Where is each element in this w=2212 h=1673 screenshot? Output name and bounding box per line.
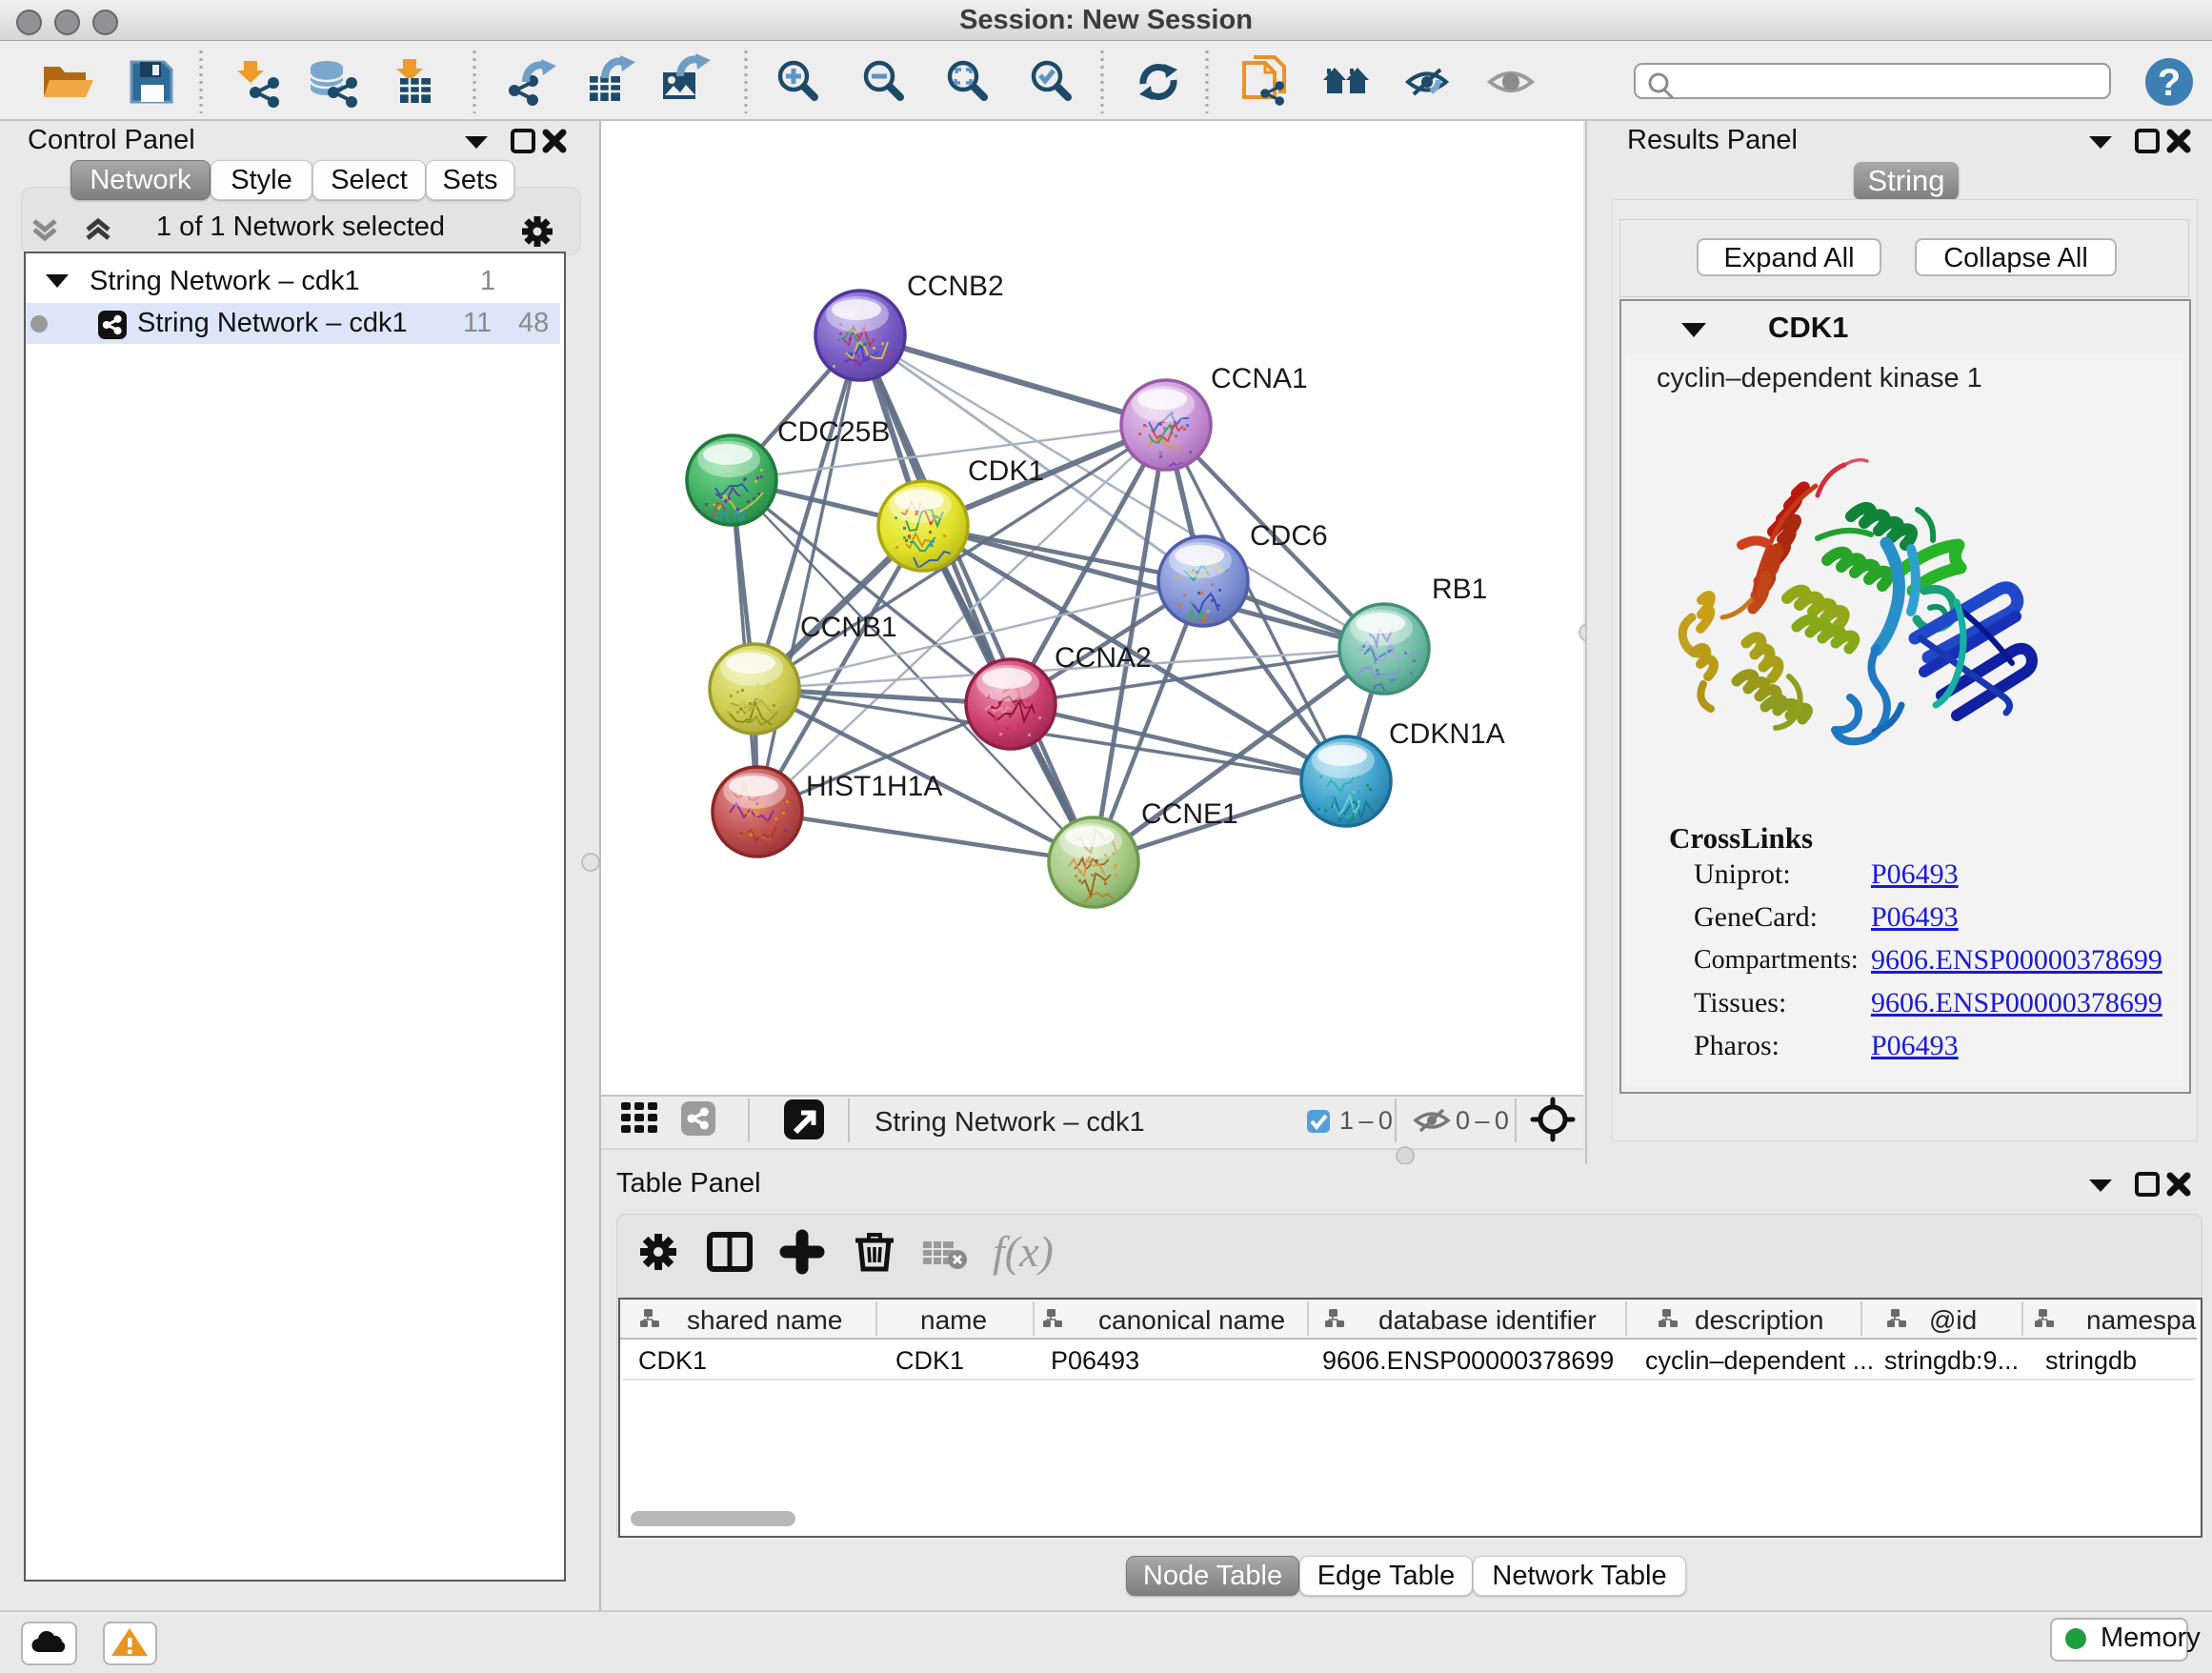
svg-text:CDK1: CDK1 <box>638 1346 707 1375</box>
svg-text:shared name: shared name <box>687 1305 842 1335</box>
svg-text:0 – 0: 0 – 0 <box>1456 1106 1509 1135</box>
svg-text:namespac: namespac <box>2086 1305 2197 1335</box>
svg-text:9606.ENSP00000378699: 9606.ENSP00000378699 <box>1322 1346 1614 1375</box>
svg-text:cyclin–dependent ...: cyclin–dependent ... <box>1645 1346 1874 1375</box>
svg-text:CCNA1: CCNA1 <box>1211 363 1308 394</box>
svg-text:CDKN1A: CDKN1A <box>1389 718 1505 750</box>
svg-text:CDK1: CDK1 <box>968 455 1044 487</box>
svg-text:CDC25B: CDC25B <box>777 416 890 448</box>
svg-text:CCNA2: CCNA2 <box>1055 642 1152 674</box>
svg-text:1 – 0: 1 – 0 <box>1339 1106 1393 1135</box>
svg-text:P06493: P06493 <box>1051 1346 1139 1375</box>
svg-text:?: ? <box>2158 62 2181 104</box>
svg-text:CCNB2: CCNB2 <box>907 271 1004 302</box>
svg-text:canonical name: canonical name <box>1098 1305 1285 1335</box>
svg-text:@id: @id <box>1929 1305 1977 1335</box>
svg-text:HIST1H1A: HIST1H1A <box>806 771 942 802</box>
svg-text:name: name <box>920 1305 987 1335</box>
svg-text:database identifier: database identifier <box>1378 1305 1597 1335</box>
svg-text:CDC6: CDC6 <box>1250 520 1328 552</box>
svg-text:CDK1: CDK1 <box>895 1346 964 1375</box>
svg-text:stringdb: stringdb <box>2045 1346 2137 1375</box>
svg-text:CCNE1: CCNE1 <box>1141 798 1238 830</box>
svg-text:stringdb:9...: stringdb:9... <box>1884 1346 2019 1375</box>
svg-text:CCNB1: CCNB1 <box>800 612 897 643</box>
svg-text:f(x): f(x) <box>993 1227 1054 1276</box>
svg-text:RB1: RB1 <box>1432 574 1487 605</box>
svg-text:description: description <box>1695 1305 1823 1335</box>
